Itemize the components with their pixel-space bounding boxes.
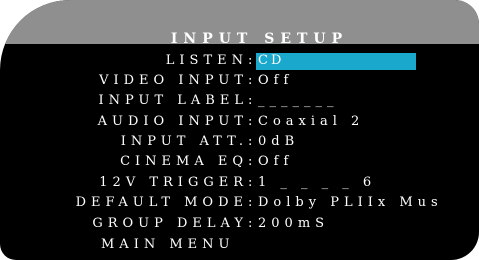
- page-title: INPUT SETUP: [170, 31, 349, 47]
- colon: :: [248, 114, 253, 129]
- main-menu-item[interactable]: MAIN MENU: [0, 235, 479, 254]
- menu-row-cinema-eq[interactable]: CINEMA EQ : Off: [0, 152, 479, 171]
- input-label-value[interactable]: _______: [258, 91, 339, 110]
- colon: :: [248, 216, 253, 231]
- default-mode-label: DEFAULT MODE: [75, 195, 248, 210]
- 12v-trigger-value[interactable]: 1 _ _ _ _ 6: [258, 173, 376, 192]
- cinema-eq-label: CINEMA EQ: [120, 154, 248, 169]
- video-input-value[interactable]: Off: [258, 71, 293, 90]
- colon: :: [248, 195, 253, 210]
- menu-row-audio-input[interactable]: AUDIO INPUT : Coaxial 2: [0, 112, 479, 131]
- osd-screen: INPUT SETUP LISTEN : CD VIDEO INPUT : Of…: [0, 0, 479, 260]
- colon: :: [248, 154, 253, 169]
- menu-row-12v-trigger[interactable]: 12V TRIGGER : 1 _ _ _ _ 6: [0, 173, 479, 192]
- colon: :: [248, 134, 253, 149]
- listen-value[interactable]: CD: [258, 51, 284, 70]
- group-delay-label: GROUP DELAY: [92, 216, 248, 231]
- 12v-trigger-label: 12V TRIGGER: [99, 175, 248, 190]
- menu-row-input-label[interactable]: INPUT LABEL : _______: [0, 91, 479, 110]
- audio-input-value[interactable]: Coaxial 2: [258, 112, 364, 131]
- listen-label: LISTEN: [165, 53, 248, 68]
- main-menu-label: MAIN MENU: [101, 237, 235, 252]
- cinema-eq-value[interactable]: Off: [258, 152, 293, 171]
- colon: :: [248, 53, 253, 68]
- menu-row-group-delay[interactable]: GROUP DELAY : 200mS: [0, 214, 479, 233]
- video-input-label: VIDEO INPUT: [99, 73, 248, 88]
- colon: :: [248, 93, 253, 108]
- group-delay-value[interactable]: 200mS: [258, 214, 329, 233]
- menu-row-default-mode[interactable]: DEFAULT MODE : Dolby PLIIx Mus: [0, 193, 479, 212]
- colon: :: [248, 175, 253, 190]
- default-mode-value[interactable]: Dolby PLIIx Mus: [258, 193, 443, 212]
- menu-row-video-input[interactable]: VIDEO INPUT : Off: [0, 71, 479, 90]
- input-att-label: INPUT ATT.: [120, 134, 248, 149]
- input-att-value[interactable]: 0dB: [258, 132, 299, 151]
- menu-row-input-att[interactable]: INPUT ATT. : 0dB: [0, 132, 479, 151]
- menu-row-listen[interactable]: LISTEN : CD: [0, 51, 479, 70]
- audio-input-label: AUDIO INPUT: [97, 114, 248, 129]
- input-label-label: INPUT LABEL: [98, 93, 248, 108]
- colon: :: [248, 73, 253, 88]
